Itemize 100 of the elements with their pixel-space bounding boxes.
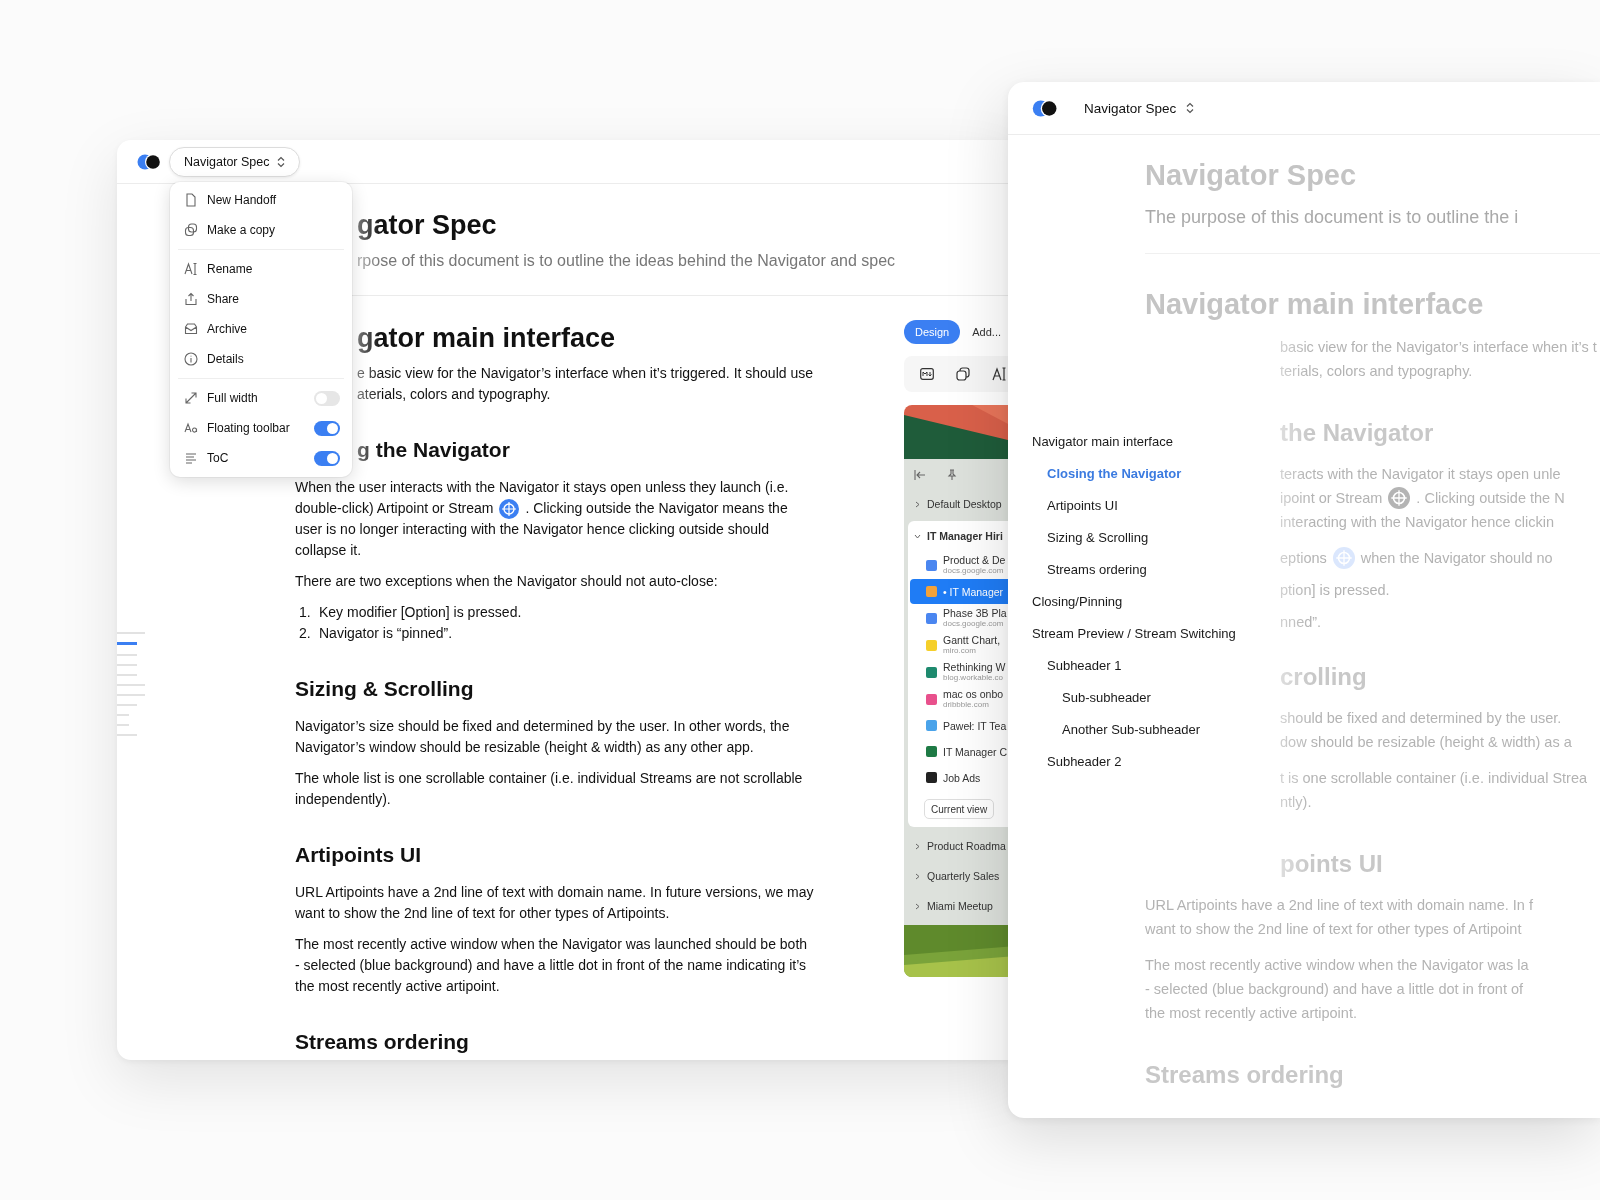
paragraph-line: collapse it.: [295, 541, 362, 560]
item-title: Phase 3B Pla: [943, 607, 1007, 619]
paragraph-line: dow should be resizable (height & width) as a: [1280, 733, 1572, 752]
collapse-icon[interactable]: [914, 469, 926, 481]
paragraph-line: The most recently active window when the Navigator was la: [1145, 956, 1529, 975]
paragraph-line: . Clicking outside the N: [1416, 489, 1565, 508]
paragraph-line: want to show the 2nd line of text for other types of Artipoints.: [295, 904, 670, 923]
menu-item[interactable]: Archive: [170, 314, 352, 344]
group-row[interactable]: Miami Meetup: [904, 891, 1010, 921]
paragraph-line: . Clicking outside the Navigator means the: [525, 499, 788, 518]
paragraph-line: teracts with the Navigator it stays open unle: [1280, 465, 1561, 484]
menu-item[interactable]: New Handoff: [170, 185, 352, 215]
paragraph-line: interacting with the Navigator hence clickin: [1280, 513, 1555, 532]
document-title[interactable]: Navigator Spec: [1084, 100, 1177, 116]
stream-item[interactable]: Rethinking W blog.workable.co: [910, 659, 1010, 685]
outline-heading-link[interactable]: Artipoints UI: [1047, 497, 1118, 513]
paragraph-line: URL Artipoints have a 2nd line of text with domain name. In future versions, we may: [295, 883, 814, 902]
document-switcher-button[interactable]: Navigator Spec: [169, 146, 301, 177]
toggle-switch[interactable]: [314, 420, 340, 436]
list-number: 1.: [299, 603, 312, 622]
item-title: Job Ads: [943, 771, 981, 784]
markdown-icon[interactable]: [920, 368, 934, 380]
rename-icon: [184, 262, 198, 276]
toggle-switch[interactable]: [314, 390, 340, 406]
paragraph-line: the most recently active artipoint.: [1145, 1004, 1357, 1023]
paragraph-line: eptions: [1280, 549, 1327, 568]
copy-icon[interactable]: [956, 367, 970, 381]
outline-heading-link[interactable]: Closing the Navigator: [1047, 465, 1182, 481]
document-subtitle: rpose of this document is to outline the ideas behind the Navigator and spec: [357, 251, 896, 271]
paragraph-line: When the user interacts with the Navigator it stays open unless they launch (i.e.: [295, 478, 789, 497]
section-heading: Sizing & Scrolling: [295, 676, 474, 702]
design-tab[interactable]: Design: [904, 320, 961, 344]
lines-icon: [184, 451, 198, 465]
list-item-text: Key modifier [Option] is pressed.: [319, 603, 522, 622]
paragraph-line: There are two exceptions when the Navigator should not auto-close:: [295, 572, 718, 591]
item-domain: blog.workable.co: [943, 673, 1005, 683]
item-title: Paweł: IT Tea: [943, 719, 1007, 732]
document-subtitle: The purpose of this document is to outline the i: [1145, 206, 1519, 229]
outline-heading-link[interactable]: Sizing & Scrolling: [1047, 529, 1149, 545]
chevron-up-down-icon: [277, 155, 286, 168]
outline-heading-link[interactable]: Subheader 1: [1047, 657, 1122, 673]
paragraph-line: e basic view for the Navigator’s interface when it’s triggered. It should use: [357, 364, 814, 383]
group-row[interactable]: IT Manager Hiri: [908, 521, 1010, 551]
paragraph-line: ipoint or Stream: [1280, 489, 1383, 508]
menu-item[interactable]: Rename: [170, 254, 352, 284]
paragraph-line: URL Artipoints have a 2nd line of text with domain name. In f: [1145, 896, 1533, 915]
add-tab[interactable]: Add...: [972, 326, 1001, 338]
logo-icon: [1032, 99, 1058, 117]
menu-item[interactable]: ToC: [170, 443, 352, 473]
menu-item[interactable]: Make a copy: [170, 215, 352, 245]
stream-item[interactable]: Job Ads: [910, 765, 1010, 790]
document-title: Navigator Spec: [1145, 158, 1357, 193]
outline-heading-link[interactable]: Another Sub-subheader: [1062, 721, 1201, 737]
outline-heading-link[interactable]: Streams ordering: [1047, 561, 1147, 577]
list-item-text: ption] is pressed.: [1280, 581, 1390, 600]
item-title: Product & De: [943, 554, 1006, 566]
item-title: Gantt Chart,: [943, 634, 1001, 646]
menu-item[interactable]: Floating toolbar: [170, 413, 352, 443]
outline-heading-link[interactable]: Subheader 2: [1047, 753, 1122, 769]
logo-icon: [137, 153, 161, 170]
document-title: gator Spec: [357, 209, 497, 242]
item-title: Rethinking W: [943, 661, 1006, 673]
stream-item[interactable]: Gantt Chart, miro.com: [910, 632, 1010, 658]
paragraph-line: terials, colors and typography.: [1280, 362, 1473, 381]
rename-icon[interactable]: [992, 366, 1008, 382]
toggle-switch[interactable]: [314, 450, 340, 466]
menu-item[interactable]: Full width: [170, 383, 352, 413]
current-view-button[interactable]: Current view: [924, 799, 995, 819]
section-heading: Streams ordering: [295, 1029, 469, 1055]
menu-item[interactable]: Share: [170, 284, 352, 314]
outline-heading-link[interactable]: Closing/Pinning: [1032, 593, 1123, 609]
item-domain: dribbble.com: [943, 700, 990, 710]
stream-item[interactable]: • IT Manager: [910, 579, 1010, 604]
stream-item[interactable]: Paweł: IT Tea: [910, 713, 1010, 738]
outline-heading-link[interactable]: Stream Preview / Stream Switching: [1032, 625, 1236, 641]
menu-item[interactable]: Details: [170, 344, 352, 374]
info-icon: [184, 352, 198, 366]
stream-item[interactable]: IT Manager C: [910, 739, 1010, 764]
item-title: mac os onbo: [943, 688, 1004, 700]
paragraph-line: Navigator’s window should be resizable (height & width) as any other app.: [295, 738, 754, 757]
share-icon: [184, 292, 198, 306]
paragraph-line: The most recently active window when the Navigator was launched should be both: [295, 935, 808, 954]
stream-item[interactable]: mac os onbo dribbble.com: [910, 686, 1010, 712]
group-row[interactable]: Quarterly Sales: [904, 861, 1010, 891]
outline-heading-link[interactable]: Sub-subheader: [1062, 689, 1151, 705]
list-number: 2.: [299, 624, 312, 643]
stream-item[interactable]: Phase 3B Pla docs.google.com: [910, 605, 1010, 631]
section-heading: Navigator main interface: [1145, 287, 1484, 322]
group-row[interactable]: Product Roadma: [904, 831, 1010, 861]
chevron-up-down-icon[interactable]: [1186, 102, 1195, 114]
item-domain: miro.com: [943, 646, 977, 656]
paragraph-line: aterials, colors and typography.: [357, 385, 551, 404]
group-row[interactable]: Default Desktop: [904, 489, 1010, 519]
paragraph-line: when the Navigator should no: [1360, 549, 1553, 568]
archive-icon: [184, 322, 198, 336]
pin-icon[interactable]: [946, 469, 958, 481]
section-heading: gator main interface: [357, 322, 616, 355]
item-domain: docs.google.com: [943, 566, 1005, 576]
outline-heading-link[interactable]: Navigator main interface: [1032, 433, 1173, 449]
stream-item[interactable]: Product & De docs.google.com: [910, 552, 1010, 578]
